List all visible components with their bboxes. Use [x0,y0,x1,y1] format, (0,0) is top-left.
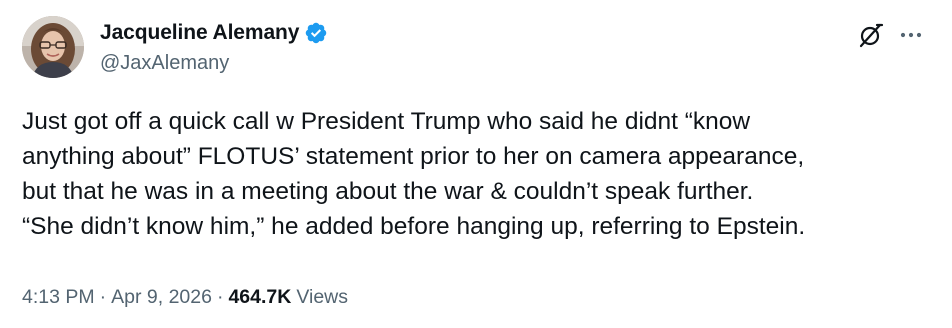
tweet-metadata: 4:13 PM · Apr 9, 2026 · 464.7K Views [22,286,348,309]
meta-separator: · [216,286,224,308]
tweet-text: Just got off a quick call w President Tr… [22,104,932,244]
author-handle[interactable]: @JaxAlemany [100,52,229,75]
tweet-date[interactable]: Apr 9, 2026 [111,286,212,309]
author-name-row: Jacqueline Alemany [100,19,328,47]
tweet-text-line: anything about” FLOTUS’ statement prior … [22,143,805,170]
more-options-icon[interactable] [898,22,924,48]
tweet-text-line: Just got off a quick call w President Tr… [22,108,751,135]
tweet-text-line: but that he was in a meeting about the w… [22,178,754,205]
tweet-card: Jacqueline Alemany @JaxAlemany Just got … [0,0,952,328]
verified-badge-icon [304,21,328,45]
meta-separator: · [99,286,107,308]
views-count[interactable]: 464.7K [228,286,291,309]
tweet-time[interactable]: 4:13 PM [22,286,95,309]
avatar-portrait [22,16,84,78]
author-display-name[interactable]: Jacqueline Alemany [100,21,299,45]
tweet-text-line: “She didn’t know him,” he added before h… [22,213,806,240]
grok-icon[interactable] [858,22,884,48]
views-label: Views [296,286,349,308]
avatar[interactable] [22,16,84,78]
